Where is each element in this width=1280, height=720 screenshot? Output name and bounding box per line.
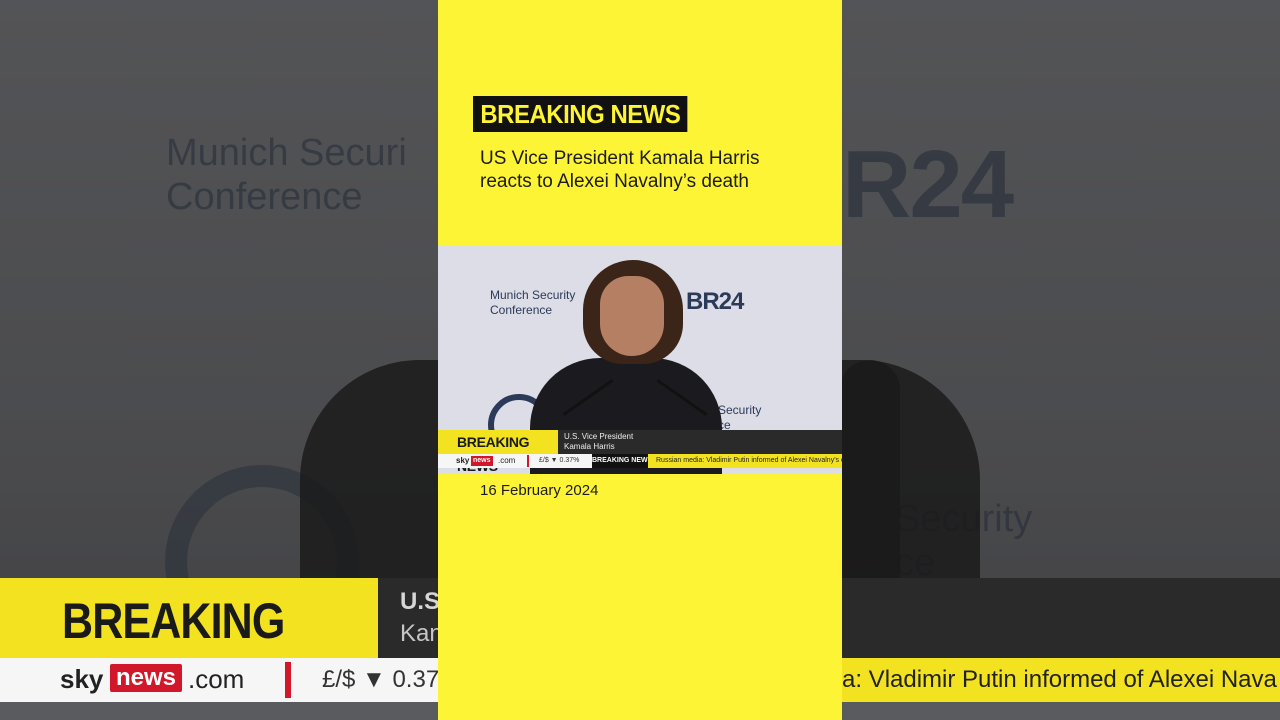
lower-third-label: BREAKING NEWS [438, 430, 558, 474]
breaking-news-badge: BREAKING NEWS [473, 96, 688, 132]
bg-ticker-com: .com [188, 664, 245, 694]
video-security-text: Security ce [718, 403, 761, 433]
news-ticker: sky news .com £/$ ▼ 0.37% BREAKING NEWS … [438, 454, 842, 468]
lower-third-caption: U.S. Vice President Kamala Harris [564, 432, 633, 452]
video-conference-line1: Munich Security [490, 288, 576, 302]
video-conference-line2: Conference [490, 303, 553, 317]
ticker-news: news [471, 456, 493, 466]
bg-ticker-fx: £/$ ▼ 0.37 [322, 666, 440, 693]
bg-ticker-divider [285, 662, 291, 698]
video-broadcaster-logo: BR24 [686, 288, 744, 315]
bg-ticker-sky: sky [60, 664, 104, 694]
video-conference-logo-text: Munich Security Conference [490, 288, 575, 318]
ticker-story: Russian media: Vladimir Putin informed o… [648, 454, 842, 468]
bg-ticker-news: news [110, 664, 183, 692]
bg-ticker-story: a: Vladimir Putin informed of Alexei Nav… [842, 658, 1280, 702]
lower-third-title: U.S. Vice President [564, 432, 634, 441]
speaker-face [600, 276, 664, 356]
ticker-exchange-rate: £/$ ▼ 0.37% [539, 457, 580, 464]
ticker-sky: sky [456, 456, 470, 465]
short-video-panel: BREAKING NEWS US Vice President Kamala H… [438, 0, 842, 720]
lower-third: BREAKING NEWS U.S. Vice President Kamala… [438, 430, 842, 474]
ticker-divider [527, 455, 529, 467]
ticker-com: .com [498, 456, 516, 465]
ticker-label: BREAKING NEWS [592, 454, 648, 468]
bg-lower-third-title: U.S [400, 588, 441, 615]
headline: US Vice President Kamala Harris reacts t… [480, 148, 760, 192]
bg-lower-third-name: Kan [400, 620, 443, 647]
bg-lower-third-label-box: BREAKING NEWS [0, 578, 378, 707]
publish-date: 16 February 2024 [480, 482, 599, 499]
video-clip[interactable]: Munich Security Conference BR24 Security… [438, 246, 842, 474]
video-security-line1: Security [718, 403, 762, 417]
lower-third-name: Kamala Harris [564, 442, 615, 451]
